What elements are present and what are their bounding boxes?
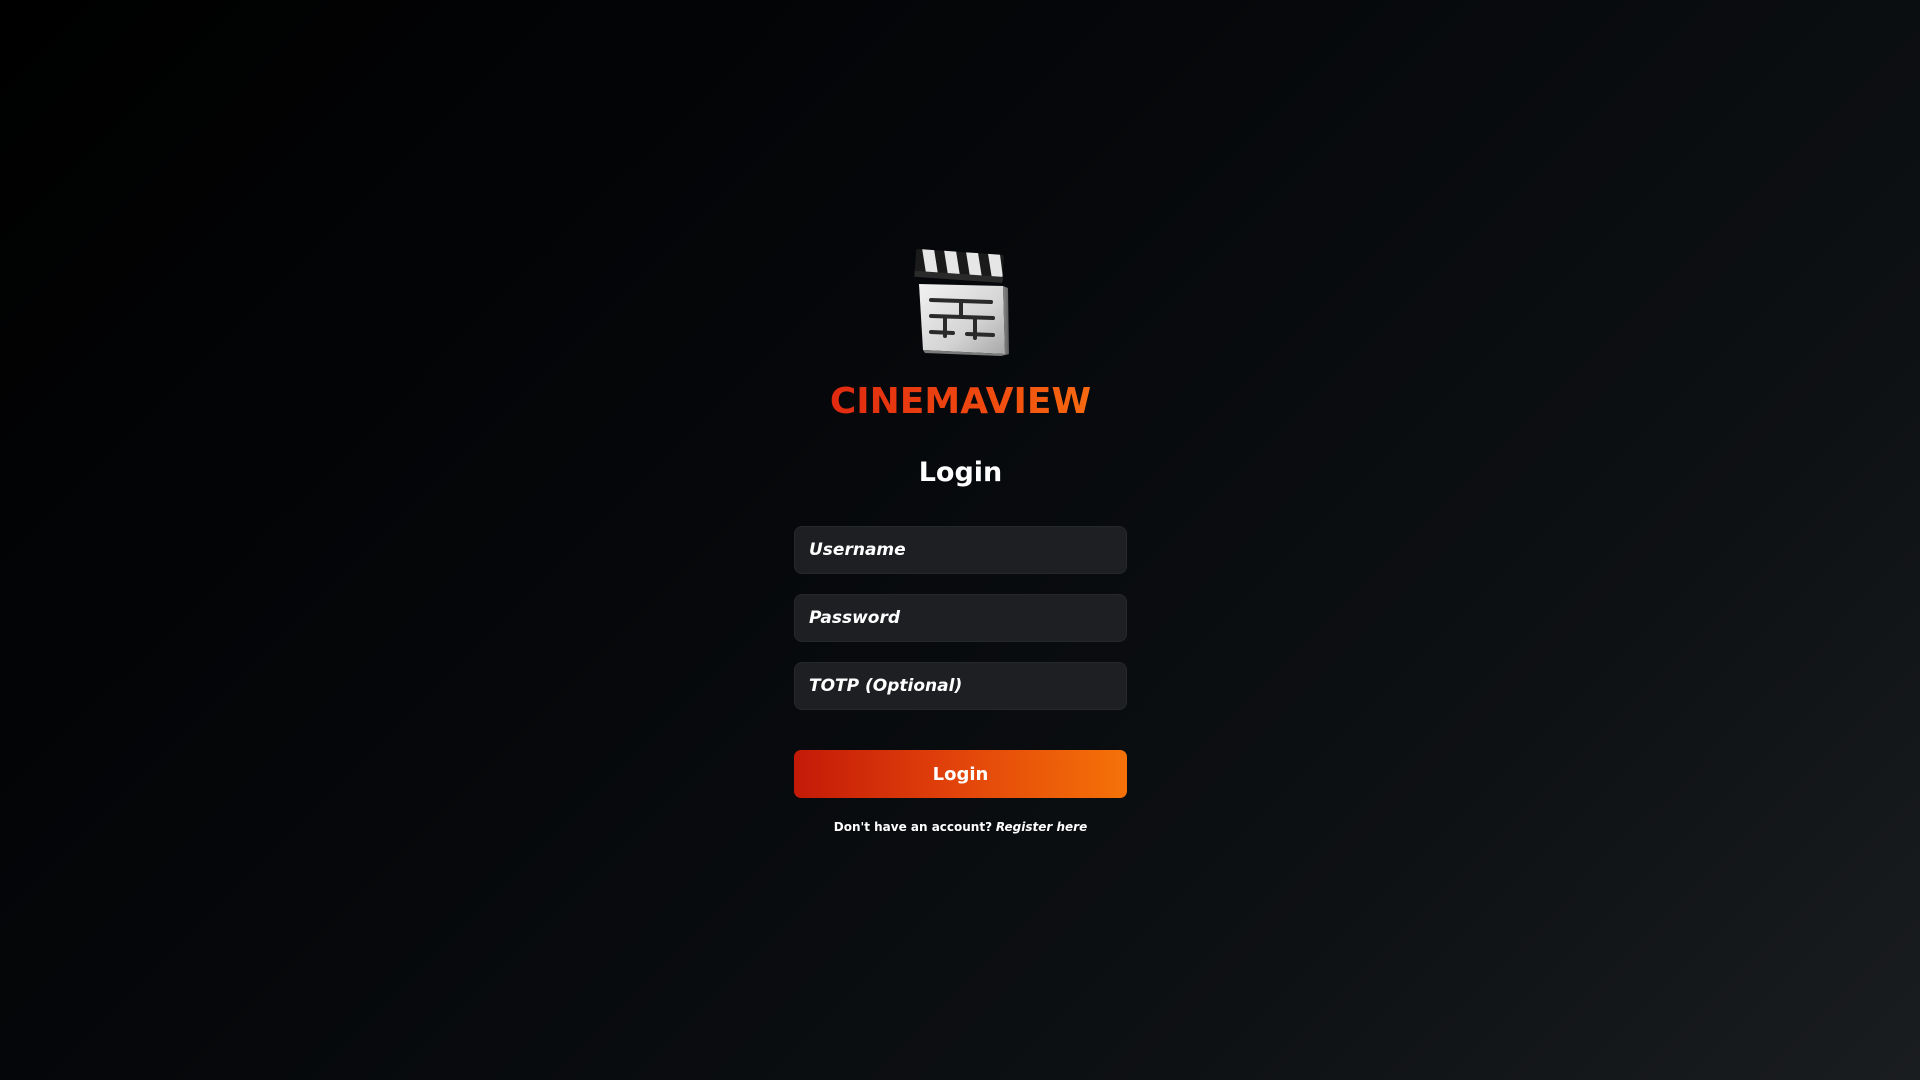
register-link[interactable]: Register here: [996, 820, 1087, 834]
register-prompt-text: Don't have an account?: [833, 820, 993, 834]
login-button[interactable]: Login: [794, 750, 1127, 798]
clapperboard-icon: [913, 248, 1009, 356]
login-panel: CINEMAVIEW Login Login Don't have an acc…: [794, 248, 1127, 834]
totp-input[interactable]: [794, 662, 1127, 710]
brand-name: CINEMAVIEW: [829, 381, 1092, 422]
register-prompt: Don't have an account? Register here: [834, 820, 1087, 834]
password-input[interactable]: [794, 594, 1127, 642]
username-input[interactable]: [794, 526, 1127, 574]
page-title: Login: [918, 457, 1003, 488]
